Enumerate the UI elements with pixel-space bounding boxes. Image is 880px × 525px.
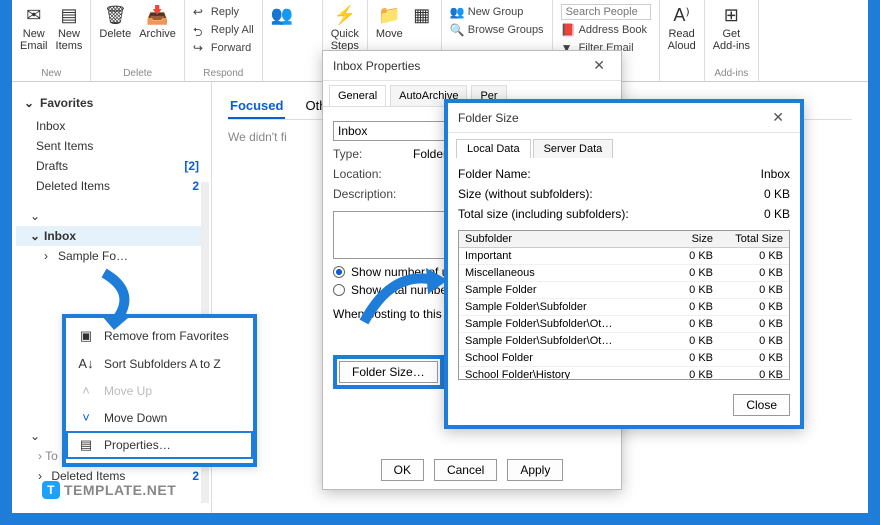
reply-all-button[interactable]: ⮌Reply All <box>193 22 254 38</box>
table-row[interactable]: Miscellaneous0 KB0 KB <box>459 265 789 282</box>
chevron-down-icon: ˅ <box>78 410 94 425</box>
favorites-header[interactable]: ⌄Favorites <box>16 90 207 116</box>
fav-sent[interactable]: Sent Items <box>16 136 207 156</box>
folder-remove-icon: ▣ <box>78 328 94 344</box>
ribbon-group-delete: 🗑Delete 📥Archive Delete <box>91 0 184 81</box>
fav-inbox[interactable]: Inbox <box>16 116 207 136</box>
group-label-new: New <box>20 68 82 79</box>
share-icon: 👥 <box>271 4 293 26</box>
table-row[interactable]: Sample Folder0 KB0 KB <box>459 282 789 299</box>
chevron-down-icon: ⌄ <box>30 229 40 243</box>
tree-inbox[interactable]: ⌄Inbox <box>16 226 207 246</box>
ribbon-group-share: 👥 <box>263 0 323 81</box>
cancel-button[interactable]: Cancel <box>434 459 497 481</box>
account-node[interactable]: ⌄ <box>16 206 207 226</box>
book-icon: 📕 <box>561 23 575 37</box>
tab-focused[interactable]: Focused <box>228 94 285 119</box>
chevron-up-icon: ˄ <box>78 383 94 398</box>
chevron-down-icon: ⌄ <box>24 96 34 110</box>
folder-size-button[interactable]: Folder Size… <box>339 361 438 383</box>
reply-icon: ↩ <box>193 5 207 19</box>
fav-deleted[interactable]: Deleted Items2 <box>16 176 207 196</box>
table-row[interactable]: School Folder0 KB0 KB <box>459 350 789 367</box>
subfolder-table: SubfolderSizeTotal Size Important0 KB0 K… <box>458 230 790 380</box>
table-row[interactable]: Sample Folder\Subfolder\Ot…0 KB0 KB <box>459 316 789 333</box>
ok-button[interactable]: OK <box>381 459 424 481</box>
template-logo-icon: T <box>42 481 60 499</box>
folder-size-tabs: Local Data Server Data <box>448 133 800 158</box>
mail-icon: ✉ <box>23 4 45 26</box>
rules-icon: ▦ <box>411 4 433 26</box>
ribbon-group-respond: ↩Reply ⮌Reply All ↪Forward Respond <box>185 0 263 81</box>
folder-move-icon: 📁 <box>378 4 400 26</box>
reply-all-icon: ⮌ <box>193 23 207 37</box>
browse-icon: 🔍 <box>450 23 464 37</box>
archive-button[interactable]: 📥Archive <box>139 4 176 40</box>
delete-button[interactable]: 🗑Delete <box>99 4 131 40</box>
addins-icon: ⊞ <box>720 4 742 26</box>
new-items-button[interactable]: ▤New Items <box>56 4 83 52</box>
search-people-input[interactable] <box>561 4 651 20</box>
dialog-title: Folder Size <box>458 111 519 125</box>
trash-icon: 🗑 <box>104 4 126 26</box>
table-row[interactable]: Sample Folder\Subfolder\Ot…0 KB0 KB <box>459 333 789 350</box>
forward-icon: ↪ <box>193 41 207 55</box>
close-button[interactable]: ✕ <box>587 57 611 74</box>
items-icon: ▤ <box>58 4 80 26</box>
get-addins-button[interactable]: ⊞Get Add-ins <box>713 4 750 52</box>
group-icon: 👥 <box>450 5 464 19</box>
speaker-icon: A⁾ <box>671 4 693 26</box>
menu-move-up: ˄Move Up <box>66 377 253 404</box>
new-group-button[interactable]: 👥New Group <box>450 4 544 20</box>
move-button[interactable]: 📁Move <box>376 4 403 40</box>
chevron-down-icon: ⌄ <box>30 209 40 223</box>
menu-move-down[interactable]: ˅Move Down <box>66 404 253 431</box>
close-button[interactable]: ✕ <box>766 109 790 126</box>
chevron-right-icon: › <box>44 249 54 263</box>
menu-properties[interactable]: ▤Properties… <box>66 431 253 459</box>
tree-sample-folder[interactable]: ›Sample Fo… <box>16 246 207 266</box>
tab-general[interactable]: General <box>329 85 386 106</box>
read-aloud-button[interactable]: A⁾Read Aloud <box>668 4 696 52</box>
forward-button[interactable]: ↪Forward <box>193 40 254 56</box>
lightning-icon: ⚡ <box>334 4 356 26</box>
table-row[interactable]: School Folder\History0 KB0 KB <box>459 367 789 380</box>
watermark: TTEMPLATE.NET <box>42 481 176 499</box>
fav-drafts[interactable]: Drafts[2] <box>16 156 207 176</box>
annotation-arrow-icon <box>94 268 144 338</box>
address-book-button[interactable]: 📕Address Book <box>561 22 651 38</box>
reply-button[interactable]: ↩Reply <box>193 4 254 20</box>
tab-server-data[interactable]: Server Data <box>533 139 614 158</box>
ribbon-group-speech: A⁾Read Aloud <box>660 0 705 81</box>
outlook-window: ✉New Email ▤New Items New 🗑Delete 📥Archi… <box>12 0 868 513</box>
ribbon-group-new: ✉New Email ▤New Items New <box>12 0 91 81</box>
tab-local-data[interactable]: Local Data <box>456 139 531 158</box>
annotation-arrow-icon <box>352 262 452 332</box>
context-menu: ▣Remove from Favorites A↓Sort Subfolders… <box>62 314 257 467</box>
new-email-button[interactable]: ✉New Email <box>20 4 48 52</box>
table-row[interactable]: Sample Folder\Subfolder0 KB0 KB <box>459 299 789 316</box>
ribbon-group-addins: ⊞Get Add-insAdd-ins <box>705 0 759 81</box>
menu-sort-subfolders[interactable]: A↓Sort Subfolders A to Z <box>66 350 253 377</box>
properties-icon: ▤ <box>78 437 94 453</box>
table-row[interactable]: Important0 KB0 KB <box>459 248 789 265</box>
apply-button[interactable]: Apply <box>507 459 563 481</box>
folder-size-dialog: Folder Size✕ Local Data Server Data Fold… <box>444 99 804 429</box>
browse-groups-button[interactable]: 🔍Browse Groups <box>450 22 544 38</box>
dialog-title: Inbox Properties <box>333 59 420 73</box>
close-button[interactable]: Close <box>733 394 790 416</box>
quick-steps-button[interactable]: ⚡Quick Steps <box>331 4 359 52</box>
archive-icon: 📥 <box>147 4 169 26</box>
sort-az-icon: A↓ <box>78 356 94 371</box>
